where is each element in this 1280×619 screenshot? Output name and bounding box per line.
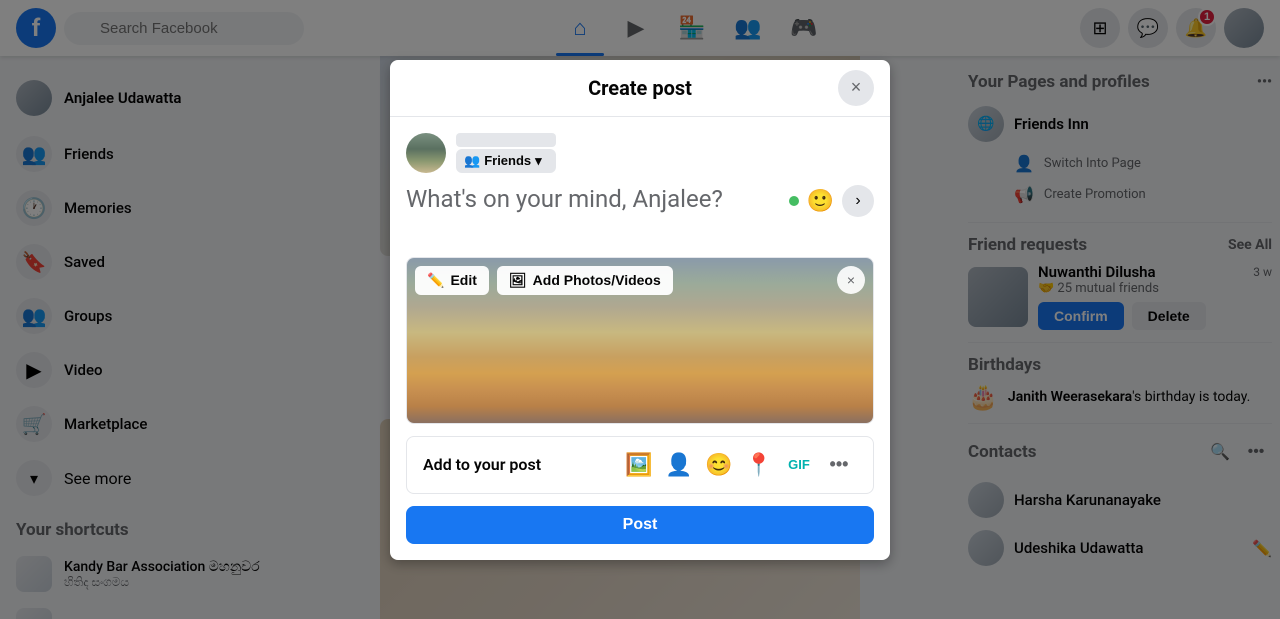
modal-body: 👥 Friends ▾ What's on your mind, Anjalee… xyxy=(390,117,890,560)
emoji-picker-btn[interactable]: 🙂 xyxy=(807,188,834,214)
modal-overlay: Create post × 👥 Friends ▾ xyxy=(0,0,1280,619)
post-emoji-row: 🙂 › xyxy=(789,185,874,217)
add-photos-btn[interactable]: 🖼 Add Photos/Videos xyxy=(497,266,673,295)
modal-title: Create post xyxy=(588,76,692,100)
add-to-post-label: Add to your post xyxy=(423,455,541,474)
expand-btn[interactable]: › xyxy=(842,185,874,217)
chevron-down-icon: ▾ xyxy=(535,153,542,169)
audience-label: Friends xyxy=(484,153,531,168)
tag-people-btn[interactable]: 👤 xyxy=(661,447,697,483)
pencil-icon: ✏️ xyxy=(427,272,444,289)
image-preview-container: ✏️ Edit 🖼 Add Photos/Videos × xyxy=(406,257,874,424)
location-btn[interactable]: 📍 xyxy=(741,447,777,483)
photo-video-btn[interactable]: 🖼️ xyxy=(621,447,657,483)
modal-close-btn[interactable]: × xyxy=(838,70,874,106)
image-preview-close-btn[interactable]: × xyxy=(837,266,865,294)
modal-header: Create post × xyxy=(390,60,890,117)
more-options-btn[interactable]: ••• xyxy=(821,447,857,483)
feeling-emoji-btn[interactable]: 😊 xyxy=(701,447,737,483)
add-to-post-icons: 🖼️ 👤 😊 📍 GIF ••• xyxy=(621,447,857,483)
post-user-row: 👥 Friends ▾ xyxy=(406,133,874,173)
image-preview-toolbar: ✏️ Edit 🖼 Add Photos/Videos xyxy=(415,266,673,295)
people-icon: 👥 xyxy=(464,153,480,169)
gif-btn[interactable]: GIF xyxy=(781,447,817,483)
post-avatar-image xyxy=(406,133,446,173)
post-username-bar xyxy=(456,133,556,147)
post-submit-btn[interactable]: Post xyxy=(406,506,874,544)
edit-image-btn[interactable]: ✏️ Edit xyxy=(415,266,489,295)
post-text-area: What's on your mind, Anjalee? 🙂 › xyxy=(406,185,874,245)
add-to-post-row: Add to your post 🖼️ 👤 😊 📍 GIF ••• xyxy=(406,436,874,494)
image-icon: 🖼 xyxy=(509,272,527,289)
audience-dropdown[interactable]: 👥 Friends ▾ xyxy=(456,149,556,173)
post-user-avatar xyxy=(406,133,446,173)
create-post-modal: Create post × 👥 Friends ▾ xyxy=(390,60,890,560)
online-dot xyxy=(789,196,799,206)
